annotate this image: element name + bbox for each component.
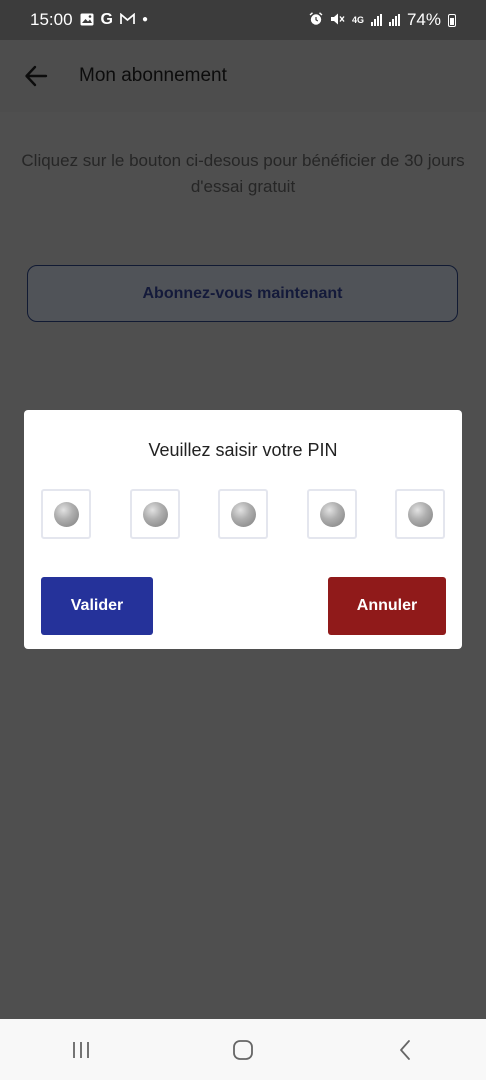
gallery-icon xyxy=(80,13,94,28)
status-left: 15:00 G ● xyxy=(30,10,148,30)
pin-digit-1[interactable] xyxy=(41,489,91,539)
battery-icon xyxy=(448,13,456,27)
dot-icon: ● xyxy=(142,14,149,25)
pin-digit-5[interactable] xyxy=(395,489,445,539)
google-icon: G xyxy=(100,11,113,28)
intro-text: Cliquez sur le bouton ci-desous pour bén… xyxy=(21,151,465,196)
subscribe-button[interactable]: Abonnez-vous maintenant xyxy=(27,265,458,322)
status-bar: 15:00 G ● 4G 74% xyxy=(0,0,486,40)
pin-dot-icon xyxy=(319,501,345,527)
pin-dot-icon xyxy=(142,501,168,527)
back-arrow-icon[interactable] xyxy=(12,52,60,100)
pin-digit-2[interactable] xyxy=(130,489,180,539)
pin-dialog: Veuillez saisir votre PIN Valider Annule… xyxy=(24,410,462,649)
recent-apps-icon[interactable] xyxy=(51,1025,111,1075)
gmail-icon xyxy=(120,12,135,27)
page-title: Mon abonnement xyxy=(79,65,227,86)
validate-button[interactable]: Valider xyxy=(41,577,153,635)
pin-dot-icon xyxy=(407,501,433,527)
pin-dot-icon xyxy=(230,501,256,527)
mute-icon xyxy=(330,12,345,28)
battery-percent: 74% xyxy=(406,10,441,29)
pin-digit-3[interactable] xyxy=(218,489,268,539)
network-4g-icon: 4G xyxy=(351,14,364,25)
home-icon[interactable] xyxy=(213,1025,273,1075)
status-right: 4G 74% xyxy=(309,10,456,30)
pin-dot-icon xyxy=(53,501,79,527)
alarm-icon xyxy=(309,12,323,28)
pin-digit-4[interactable] xyxy=(307,489,357,539)
signal-icon-2 xyxy=(388,14,400,26)
system-nav-bar xyxy=(0,1019,486,1080)
app-bar: Mon abonnement xyxy=(0,40,486,112)
signal-icon xyxy=(370,14,382,26)
dialog-title: Veuillez saisir votre PIN xyxy=(148,440,338,460)
cancel-button[interactable]: Annuler xyxy=(328,577,446,635)
back-icon[interactable] xyxy=(375,1025,435,1075)
status-time: 15:00 xyxy=(30,10,73,29)
